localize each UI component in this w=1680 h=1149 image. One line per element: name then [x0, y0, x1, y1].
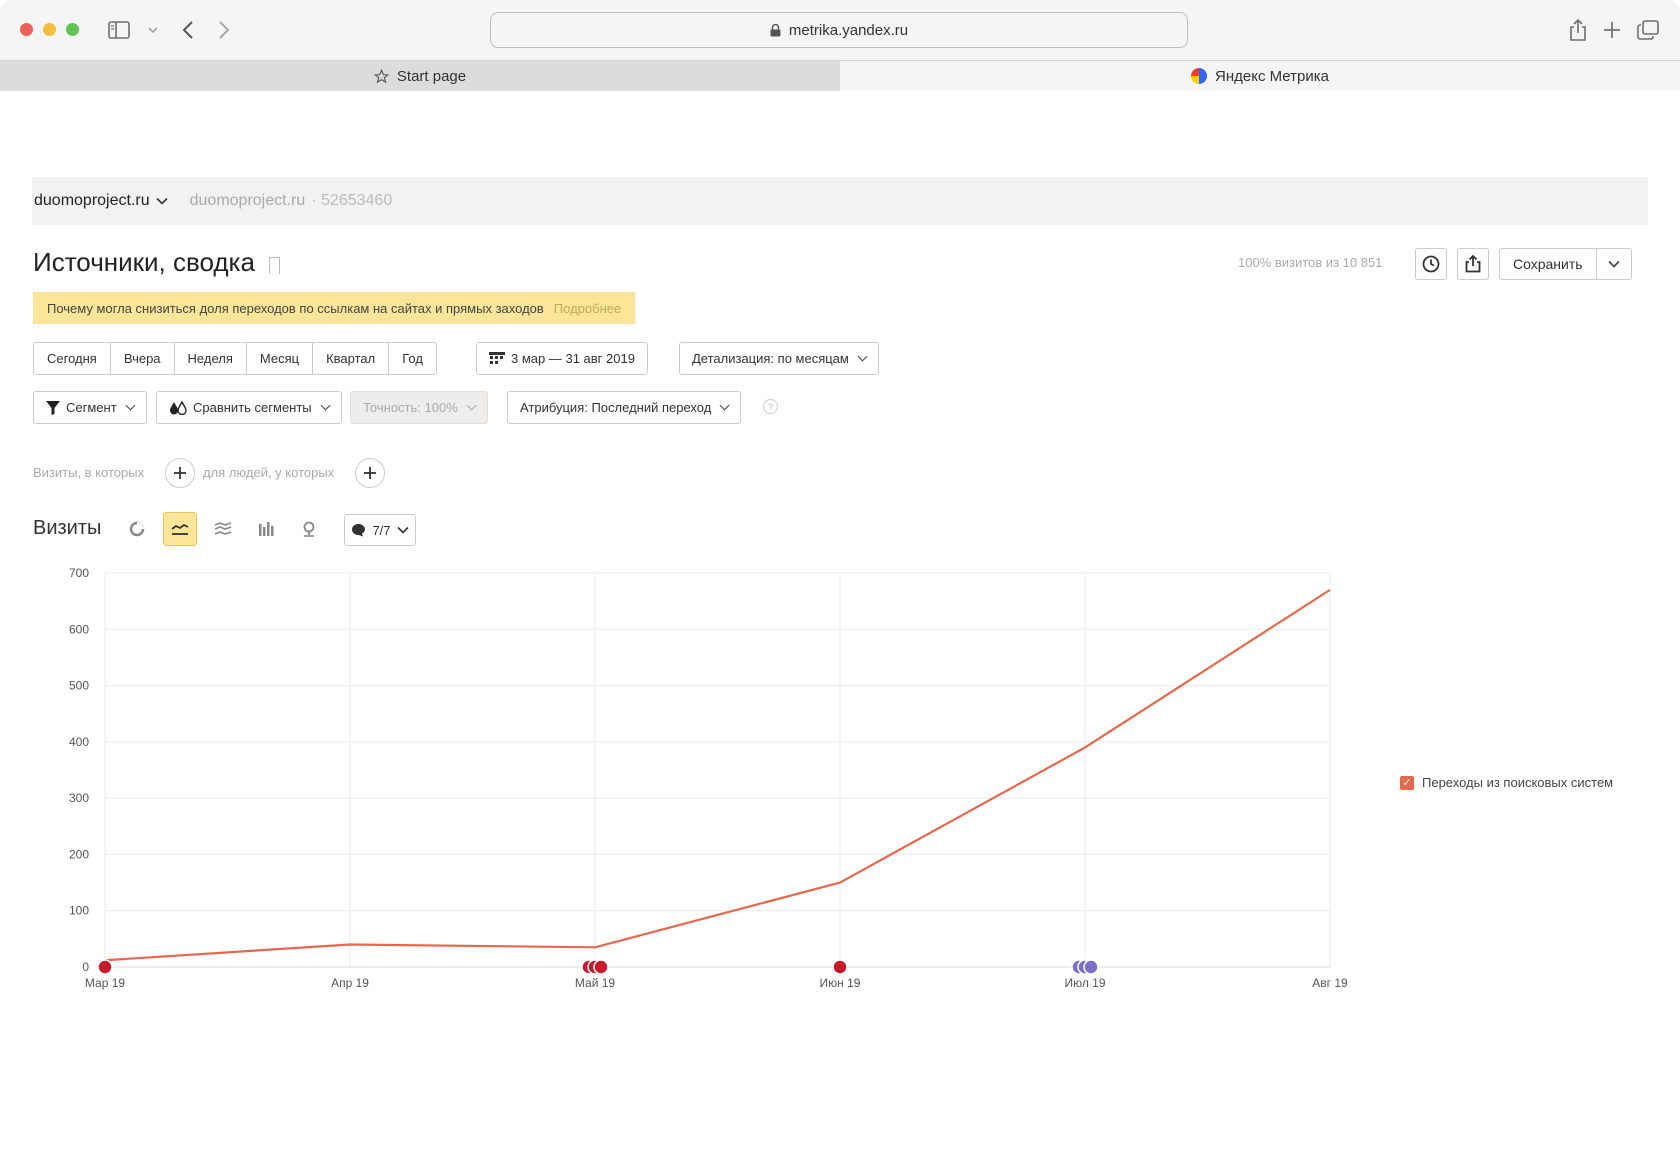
url-text: metrika.yandex.ru: [788, 21, 909, 39]
y-tick-label: 100: [69, 904, 89, 918]
series-line: [104, 588, 1331, 962]
new-tab-icon[interactable]: [1601, 16, 1623, 44]
plot-area-frame: [104, 572, 1331, 968]
x-tick-label: Июл 19: [1064, 976, 1105, 990]
close-window-button[interactable]: [20, 23, 33, 36]
page-content: duomoproject.ru duomoproject.ru · 526534…: [0, 91, 1680, 1149]
title-bar: metrika.yandex.ru: [0, 0, 1680, 60]
y-tick-label: 600: [69, 622, 89, 636]
yandex-metrika-logo-icon: [1191, 68, 1208, 84]
tab-label: Яндекс Метрика: [1215, 67, 1329, 85]
x-tick-label: Мар 19: [85, 976, 125, 990]
back-icon[interactable]: [178, 16, 198, 44]
x-tick-label: Авг 19: [1312, 976, 1348, 990]
address-bar[interactable]: metrika.yandex.ru: [490, 12, 1188, 48]
x-tick-label: Май 19: [575, 976, 616, 990]
tab-yandex-metrika[interactable]: Яндекс Метрика: [840, 61, 1680, 91]
visits-line-chart: 0 100 200 300 400 500 600 700 Мар 19 Апр 19 Май 1…: [69, 566, 1348, 990]
tab-bar: Start page Яндекс Метрика: [0, 60, 1680, 91]
tab-start-page[interactable]: Start page: [0, 61, 841, 91]
legend-checkbox[interactable]: ✓: [1400, 775, 1414, 790]
minimize-window-button[interactable]: [43, 23, 56, 36]
annotation-marker: [97, 959, 113, 975]
y-tick-label: 0: [82, 960, 89, 974]
share-icon[interactable]: [1567, 16, 1589, 44]
x-tick-label: Апр 19: [331, 976, 369, 990]
y-tick-label: 500: [69, 679, 89, 693]
tab-overview-icon[interactable]: [1636, 16, 1660, 44]
tab-label: Start page: [396, 67, 467, 85]
annotation-marker: [832, 959, 848, 975]
y-tick-label: 200: [69, 847, 89, 861]
browser-window: metrika.yandex.ru Start page Яндекс Метр…: [0, 0, 1680, 1149]
chart-legend[interactable]: ✓ Переходы из поисковых систем: [1400, 775, 1613, 790]
annotation-marker: [593, 959, 609, 975]
maximize-window-button[interactable]: [66, 23, 79, 36]
lock-icon: [770, 23, 781, 36]
y-tick-label: 400: [69, 735, 89, 749]
legend-series-label: Переходы из поисковых систем: [1422, 775, 1614, 790]
x-tick-label: Июн 19: [820, 976, 861, 990]
sidebar-menu-chevron-down-icon[interactable]: [146, 16, 160, 44]
y-tick-label: 700: [69, 566, 89, 580]
star-icon: [373, 68, 389, 83]
sidebar-toggle-icon[interactable]: [106, 16, 132, 44]
y-tick-label: 300: [69, 791, 89, 805]
forward-icon[interactable]: [214, 16, 234, 44]
annotation-marker: [1083, 959, 1099, 975]
